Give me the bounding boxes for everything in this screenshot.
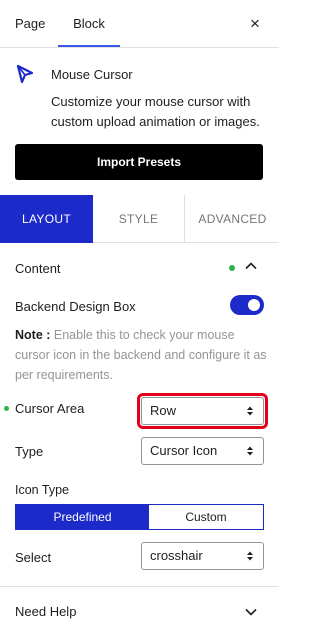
tab-style[interactable]: STYLE	[93, 195, 185, 243]
highlight-outline	[137, 393, 268, 429]
type-value: Cursor Icon	[150, 443, 218, 458]
content-section-title[interactable]: Content	[15, 261, 61, 276]
backend-design-box-label: Backend Design Box	[15, 299, 136, 314]
select-arrows-icon	[247, 446, 253, 456]
need-help-title: Need Help	[15, 604, 77, 619]
icon-type-toggle: Predefined Custom	[15, 504, 264, 530]
active-tab-indicator	[58, 45, 120, 47]
tab-page[interactable]: Page	[15, 0, 45, 48]
backend-note: Note : Enable this to check your mouse c…	[15, 325, 267, 385]
cursor-area-modified-dot	[4, 406, 9, 411]
settings-tabs: LAYOUT STYLE ADVANCED	[0, 195, 279, 243]
type-label: Type	[15, 444, 44, 459]
icon-type-label: Icon Type	[15, 483, 69, 497]
cursor-select-value: crosshair	[150, 548, 203, 563]
chevron-down-icon[interactable]	[243, 604, 259, 620]
import-presets-button[interactable]: Import Presets	[15, 144, 263, 180]
close-icon[interactable]: ×	[244, 13, 266, 35]
note-label: Note :	[15, 328, 51, 342]
icon-type-custom[interactable]: Custom	[149, 505, 263, 529]
select-label: Select	[15, 550, 52, 565]
icon-type-predefined[interactable]: Predefined	[16, 505, 149, 529]
content-panel: Content Backend Design Box Note : Enable…	[0, 243, 279, 587]
cursor-area-label: Cursor Area	[15, 401, 85, 416]
backend-design-box-toggle[interactable]	[230, 295, 264, 315]
sidebar-tabs: Page Block ×	[0, 0, 279, 48]
tab-layout[interactable]: LAYOUT	[0, 195, 93, 243]
chevron-up-icon[interactable]	[243, 258, 259, 274]
modified-dot	[229, 265, 235, 271]
need-help-section[interactable]: Need Help	[0, 588, 279, 634]
tab-block[interactable]: Block	[58, 0, 120, 48]
cursor-select[interactable]: crosshair	[141, 542, 264, 570]
cursor-block-icon	[16, 64, 34, 84]
type-select[interactable]: Cursor Icon	[141, 437, 264, 465]
block-description: Customize your mouse cursor with custom …	[51, 94, 260, 129]
toggle-knob	[248, 299, 260, 311]
select-arrows-icon	[247, 551, 253, 561]
tab-advanced[interactable]: ADVANCED	[186, 195, 279, 243]
block-name: Mouse Cursor	[51, 67, 133, 82]
note-text: Enable this to check your mouse cursor i…	[15, 328, 267, 382]
